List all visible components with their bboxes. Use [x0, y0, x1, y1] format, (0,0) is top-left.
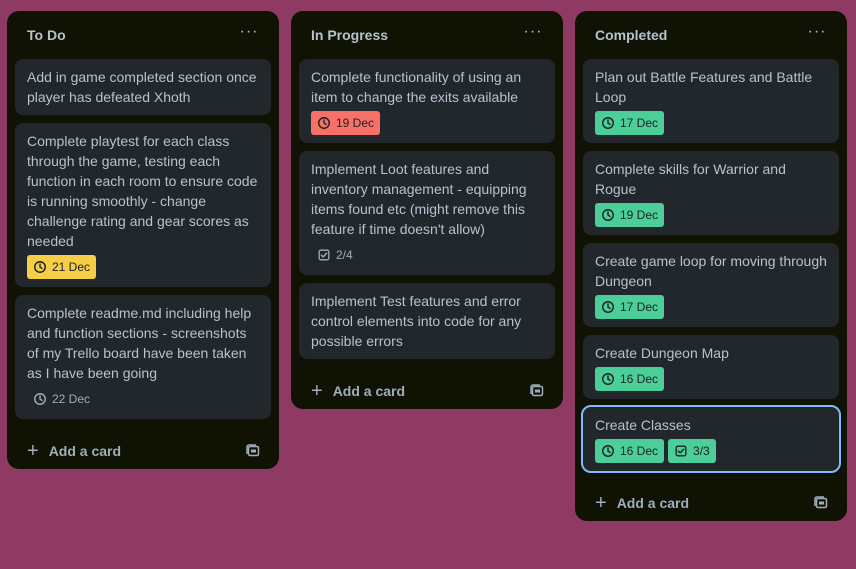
due-date-text: 17 Dec — [620, 116, 659, 130]
checkbox-icon — [675, 445, 687, 457]
list-to-do: To Do ··· Add in game completed section … — [7, 11, 279, 469]
clock-icon — [34, 393, 46, 405]
card[interactable]: Create Dungeon Map 16 Dec — [583, 335, 839, 399]
add-card-button[interactable]: + Add a card — [19, 435, 129, 467]
card[interactable]: Complete skills for Warrior and Rogue 19… — [583, 151, 839, 235]
due-date-badge[interactable]: 19 Dec — [311, 111, 381, 135]
list-completed: Completed ··· Plan out Battle Features a… — [575, 11, 847, 521]
card-title: Plan out Battle Features and Battle Loop — [595, 69, 813, 105]
plus-icon: + — [595, 492, 607, 514]
card[interactable]: Complete functionality of using an item … — [299, 59, 555, 143]
more-horizontal-icon[interactable]: ··· — [521, 21, 545, 45]
list-title[interactable]: To Do — [27, 27, 66, 43]
card-badges: 2/4 — [311, 243, 543, 267]
card-template-icon[interactable] — [245, 443, 261, 459]
card-badges: 19 Dec — [311, 111, 543, 135]
clock-icon — [34, 261, 46, 273]
plus-icon: + — [27, 440, 39, 462]
card-template-icon[interactable] — [813, 495, 829, 511]
card-title: Create Classes — [595, 417, 691, 433]
card[interactable]: Add in game completed section once playe… — [15, 59, 271, 115]
card[interactable]: Implement Test features and error contro… — [299, 283, 555, 359]
add-card-label: Add a card — [48, 443, 122, 459]
plus-icon: + — [311, 380, 323, 402]
card-badges: 16 Dec 3/3 — [595, 439, 827, 463]
due-date-badge[interactable]: 22 Dec — [27, 387, 96, 411]
card[interactable]: Plan out Battle Features and Battle Loop… — [583, 59, 839, 143]
card-title: Complete skills for Warrior and Rogue — [595, 161, 786, 197]
clock-icon — [318, 117, 330, 129]
list-header: Completed ··· — [583, 11, 839, 59]
more-horizontal-icon[interactable]: ··· — [237, 21, 261, 45]
card[interactable]: Create Classes 16 Dec 3/3 — [581, 405, 841, 473]
due-date-badge[interactable]: 19 Dec — [595, 203, 665, 227]
add-card-button[interactable]: + Add a card — [587, 487, 697, 519]
checklist-badge[interactable]: 2/4 — [311, 243, 359, 267]
card-title: Complete functionality of using an item … — [311, 69, 522, 105]
list-in-progress: In Progress ··· Complete functionality o… — [291, 11, 563, 409]
due-date-badge[interactable]: 16 Dec — [595, 439, 665, 463]
card[interactable]: Create game loop for moving through Dung… — [583, 243, 839, 327]
card-title: Implement Test features and error contro… — [311, 293, 522, 349]
clock-icon — [602, 209, 614, 221]
card-badges: 19 Dec — [595, 203, 827, 227]
checklist-count: 3/3 — [693, 444, 710, 458]
card-title: Create Dungeon Map — [595, 345, 729, 361]
card-title: Create game loop for moving through Dung… — [595, 253, 827, 289]
more-horizontal-icon[interactable]: ··· — [805, 21, 829, 45]
due-date-badge[interactable]: 17 Dec — [595, 295, 665, 319]
due-date-text: 19 Dec — [620, 208, 659, 222]
add-card-label: Add a card — [332, 383, 406, 399]
due-date-text: 16 Dec — [620, 444, 659, 458]
list-header: In Progress ··· — [299, 11, 555, 59]
card-title: Add in game completed section once playe… — [27, 69, 257, 105]
card[interactable]: Complete readme.md including help and fu… — [15, 295, 271, 419]
due-date-text: 17 Dec — [620, 300, 659, 314]
card-template-icon[interactable] — [529, 383, 545, 399]
card-badges: 22 Dec — [27, 387, 259, 411]
card-badges: 17 Dec — [595, 295, 827, 319]
due-date-badge[interactable]: 16 Dec — [595, 367, 665, 391]
add-card-row: + Add a card — [299, 367, 555, 419]
card-badges: 21 Dec — [27, 255, 259, 279]
clock-icon — [602, 445, 614, 457]
card-title: Complete playtest for each class through… — [27, 133, 258, 249]
due-date-badge[interactable]: 21 Dec — [27, 255, 97, 279]
due-date-text: 19 Dec — [336, 116, 375, 130]
list-title[interactable]: In Progress — [311, 27, 388, 43]
card-title: Implement Loot features and inventory ma… — [311, 161, 527, 237]
due-date-text: 22 Dec — [52, 392, 91, 406]
clock-icon — [602, 301, 614, 313]
card[interactable]: Implement Loot features and inventory ma… — [299, 151, 555, 275]
checklist-count: 2/4 — [336, 248, 353, 262]
due-date-badge[interactable]: 17 Dec — [595, 111, 665, 135]
add-card-row: + Add a card — [583, 479, 839, 531]
due-date-text: 16 Dec — [620, 372, 659, 386]
add-card-button[interactable]: + Add a card — [303, 375, 413, 407]
add-card-row: + Add a card — [15, 427, 271, 479]
clock-icon — [602, 117, 614, 129]
card-badges: 17 Dec — [595, 111, 827, 135]
checkbox-icon — [318, 249, 330, 261]
checklist-badge[interactable]: 3/3 — [668, 439, 716, 463]
list-title[interactable]: Completed — [595, 27, 667, 43]
clock-icon — [602, 373, 614, 385]
card[interactable]: Complete playtest for each class through… — [15, 123, 271, 287]
card-title: Complete readme.md including help and fu… — [27, 305, 252, 381]
due-date-text: 21 Dec — [52, 260, 91, 274]
add-card-label: Add a card — [616, 495, 690, 511]
list-header: To Do ··· — [15, 11, 271, 59]
card-badges: 16 Dec — [595, 367, 827, 391]
